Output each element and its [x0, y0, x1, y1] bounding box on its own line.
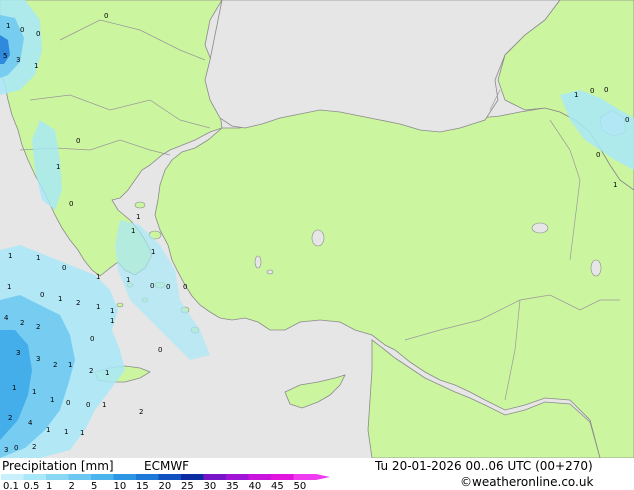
credit-text: ©weatheronline.co.uk — [460, 475, 594, 489]
precip-value-label: 1 — [110, 307, 114, 315]
precip-value-label: 0 — [76, 137, 80, 145]
precip-value-label: 0 — [90, 335, 94, 343]
scale-label: 10 — [114, 481, 127, 490]
precip-value-label: 0 — [604, 86, 608, 94]
scale-label: 50 — [294, 481, 307, 490]
scale-swatch — [248, 474, 271, 480]
precip-value-label: 0 — [66, 399, 70, 407]
scale-swatch — [1, 474, 24, 480]
scale-label: 45 — [271, 481, 284, 490]
precip-value-label: 1 — [68, 361, 72, 369]
scale-label: 20 — [159, 481, 172, 490]
precip-value-label: 4 — [4, 314, 9, 322]
precip-value-label: 1 — [32, 388, 36, 396]
precip-value-label: 3 — [4, 446, 8, 454]
precip-value-label: 1 — [126, 276, 130, 284]
precip-value-label: 0 — [36, 30, 40, 38]
scale-swatch — [226, 474, 249, 480]
precip-value-label: 0 — [40, 291, 44, 299]
scale-label: 1 — [46, 481, 52, 490]
scale-swatch — [203, 474, 226, 480]
precip-value-label: 2 — [89, 367, 93, 375]
precip-value-label: 3 — [36, 355, 40, 363]
forecast-datetime: Tu 20-01-2026 00..06 UTC (00+270) — [375, 459, 593, 473]
precip-value-label: 1 — [58, 295, 62, 303]
precip-value-label: 1 — [34, 62, 38, 70]
precip-value-label: 1 — [80, 429, 84, 437]
precip-value-label: 2 — [53, 361, 57, 369]
precip-value-label: 1 — [7, 283, 11, 291]
scale-label: 35 — [226, 481, 239, 490]
precip-value-label: 2 — [76, 299, 80, 307]
scale-label: 30 — [204, 481, 217, 490]
scale-swatch — [23, 474, 46, 480]
scale-swatch — [46, 474, 69, 480]
precip-value-label: 1 — [36, 254, 40, 262]
scale-swatch — [91, 474, 114, 480]
precip-value-label: 1 — [12, 384, 16, 392]
scale-arrow — [316, 474, 330, 480]
precip-value-label: 1 — [6, 22, 10, 30]
scale-label: 2 — [69, 481, 75, 490]
precip-value-label: 1 — [56, 163, 60, 171]
color-scale: 0.1 0.5 1 2 5 10 15 20 25 30 35 40 45 50 — [1, 474, 330, 490]
precip-value-label: 1 — [96, 273, 100, 281]
precip-value-label: 1 — [105, 369, 109, 377]
map-footer: Precipitation [mm] ECMWF Tu 20-01-2026 0… — [0, 458, 634, 490]
precip-value-label: 0 — [150, 282, 154, 290]
scale-swatch — [158, 474, 181, 480]
precip-value-label: 1 — [613, 181, 617, 189]
precip-value-label: 0 — [20, 26, 24, 34]
precip-value-label: 1 — [46, 426, 50, 434]
precip-value-label: 0 — [625, 116, 629, 124]
precipitation-map: 1 0 005 311 0 00010101111 101 10 0 010 1 2 1 1142 2033… — [0, 0, 634, 458]
precip-value-label: 3 — [16, 56, 20, 64]
precip-value-label: 1 — [96, 303, 100, 311]
precip-value-label: 0 — [158, 346, 162, 354]
precip-value-label: 2 — [36, 323, 40, 331]
precip-value-label: 0 — [104, 12, 108, 20]
precip-value-label: 0 — [183, 283, 187, 291]
precip-value-label: 5 — [3, 52, 7, 60]
precip-value-label: 0 — [596, 151, 600, 159]
scale-swatch — [271, 474, 294, 480]
precip-value-label: 1 — [110, 317, 114, 325]
precip-value-label: 0 — [69, 200, 73, 208]
precip-value-label: 0 — [166, 283, 170, 291]
precip-value-label: 1 — [151, 248, 155, 256]
precip-value-label: 0 — [14, 444, 18, 452]
scale-swatch — [293, 474, 316, 480]
precip-value-label: 1 — [136, 213, 140, 221]
scale-label: 0.1 — [3, 481, 19, 490]
scale-label: 25 — [181, 481, 194, 490]
precip-value-label: 1 — [64, 428, 68, 436]
precip-value-label: 1 — [131, 227, 135, 235]
model-name: ECMWF — [144, 459, 190, 473]
scale-swatch — [136, 474, 159, 480]
precip-title: Precipitation [mm] — [2, 459, 114, 473]
scale-label: 0.5 — [24, 481, 40, 490]
scale-label: 40 — [249, 481, 262, 490]
precip-value-label: 3 — [16, 349, 20, 357]
scale-swatch — [181, 474, 204, 480]
precip-value-label: 0 — [62, 264, 66, 272]
scale-swatch — [113, 474, 136, 480]
precip-value-label: 1 — [8, 252, 12, 260]
scale-label: 15 — [136, 481, 149, 490]
precip-value-label: 2 — [139, 408, 143, 416]
precip-value-label: 2 — [8, 414, 12, 422]
scale-swatch — [68, 474, 91, 480]
precip-value-label: 1 — [102, 401, 106, 409]
precip-value-label: 2 — [32, 443, 36, 451]
precip-value-label: 2 — [20, 319, 24, 327]
precip-value-label: 0 — [86, 401, 90, 409]
precip-value-label: 1 — [574, 91, 578, 99]
precip-value-label: 0 — [590, 87, 594, 95]
precip-value-label: 4 — [28, 419, 33, 427]
precip-value-label: 1 — [50, 396, 54, 404]
scale-label: 5 — [91, 481, 97, 490]
